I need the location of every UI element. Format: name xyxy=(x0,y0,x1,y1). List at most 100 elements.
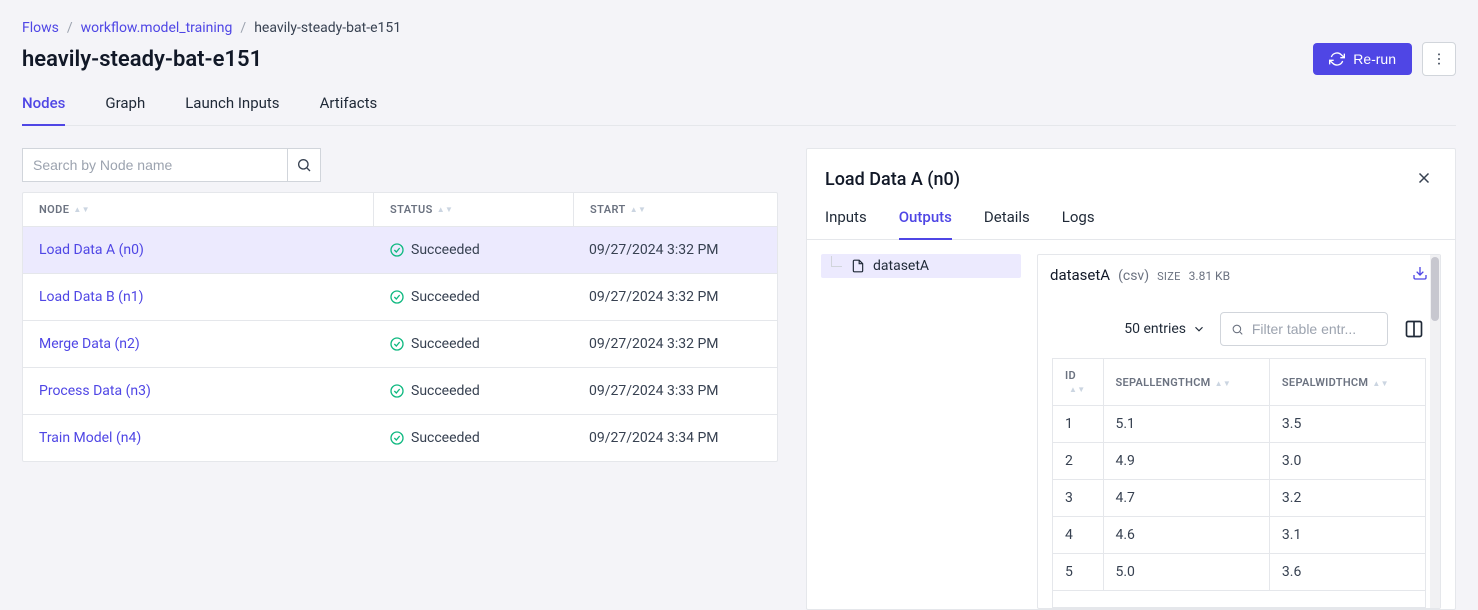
rerun-label: Re-run xyxy=(1353,51,1396,67)
output-size: 3.81 KB xyxy=(1189,269,1230,283)
data-col-id[interactable]: ID ▲▼ xyxy=(1053,359,1103,406)
col-label: STATUS xyxy=(390,203,433,216)
table-row[interactable]: Process Data (n3)Succeeded09/27/2024 3:3… xyxy=(23,367,777,414)
table-row[interactable]: 15.13.5 xyxy=(1053,406,1425,443)
output-name: datasetA xyxy=(1050,266,1110,284)
node-name-cell: Load Data B (n1) xyxy=(23,274,373,320)
breadcrumb-workflow[interactable]: workflow.model_training xyxy=(81,20,233,36)
check-circle-icon xyxy=(389,242,405,258)
file-icon xyxy=(851,259,865,273)
output-type: (csv) xyxy=(1118,268,1149,284)
cell-sepallength: 4.7 xyxy=(1103,480,1269,517)
cell-sepalwidth: 3.0 xyxy=(1269,443,1425,480)
node-status-cell: Succeeded xyxy=(373,274,573,320)
sort-icon: ▲▼ xyxy=(1215,381,1231,386)
node-status-cell: Succeeded xyxy=(373,415,573,461)
col-label: NODE xyxy=(39,203,69,216)
table-row[interactable]: Merge Data (n2)Succeeded09/27/2024 3:32 … xyxy=(23,320,777,367)
table-row[interactable]: Load Data A (n0)Succeeded09/27/2024 3:32… xyxy=(23,226,777,273)
table-row[interactable]: Load Data B (n1)Succeeded09/27/2024 3:32… xyxy=(23,273,777,320)
sort-icon: ▲▼ xyxy=(1069,387,1085,392)
panel-tab-outputs[interactable]: Outputs xyxy=(899,208,952,240)
download-button[interactable] xyxy=(1412,265,1428,284)
nodes-col-status[interactable]: STATUS ▲▼ xyxy=(373,193,573,226)
tab-artifacts[interactable]: Artifacts xyxy=(320,94,378,126)
cell-id: 1 xyxy=(1053,406,1103,443)
scrollbar-thumb[interactable] xyxy=(1431,257,1439,321)
cell-sepalwidth: 3.6 xyxy=(1269,554,1425,591)
cell-sepalwidth: 3.1 xyxy=(1269,517,1425,554)
output-tree: datasetA xyxy=(821,254,1021,609)
search-button[interactable] xyxy=(287,148,321,182)
layout-toggle-button[interactable] xyxy=(1402,317,1426,341)
entries-label: 50 entries xyxy=(1124,321,1186,337)
data-col-sepallength[interactable]: SEPALLENGTHCM ▲▼ xyxy=(1103,359,1269,406)
main-tabs: Nodes Graph Launch Inputs Artifacts xyxy=(22,94,1456,126)
node-start-cell: 09/27/2024 3:33 PM xyxy=(573,368,777,414)
table-row[interactable]: 55.03.6 xyxy=(1053,554,1425,591)
filter-wrap xyxy=(1220,312,1388,346)
panel-tab-inputs[interactable]: Inputs xyxy=(825,208,867,240)
panel-tab-details[interactable]: Details xyxy=(984,208,1030,240)
check-circle-icon xyxy=(389,383,405,399)
cell-sepallength: 4.6 xyxy=(1103,517,1269,554)
dots-vertical-icon xyxy=(1431,51,1447,67)
panel-tab-logs[interactable]: Logs xyxy=(1062,208,1095,240)
close-icon xyxy=(1415,169,1433,187)
panel-tabs: Inputs Outputs Details Logs xyxy=(807,208,1455,240)
nodes-col-node[interactable]: NODE ▲▼ xyxy=(23,193,373,226)
output-size-label: SIZE xyxy=(1157,270,1181,283)
more-actions-button[interactable] xyxy=(1422,42,1456,76)
tree-item-label: datasetA xyxy=(873,258,929,274)
data-table: ID▲▼ SEPALLENGTHCM▲▼ SEPALWIDTHCM▲▼ 15.1… xyxy=(1053,359,1425,591)
scrollbar[interactable] xyxy=(1430,255,1440,608)
check-circle-icon xyxy=(389,289,405,305)
node-start-cell: 09/27/2024 3:32 PM xyxy=(573,227,777,273)
breadcrumb-sep: / xyxy=(240,20,246,36)
sort-icon: ▲▼ xyxy=(1372,381,1388,386)
col-label: ID xyxy=(1065,369,1076,382)
col-label: SEPALWIDTHCM xyxy=(1282,376,1368,389)
node-name-cell: Load Data A (n0) xyxy=(23,227,373,273)
download-icon xyxy=(1412,265,1428,281)
cell-sepallength: 4.9 xyxy=(1103,443,1269,480)
cell-id: 5 xyxy=(1053,554,1103,591)
refresh-icon xyxy=(1329,51,1345,67)
output-detail: datasetA (csv) SIZE 3.81 KB 50 en xyxy=(1037,254,1441,609)
node-name-cell: Merge Data (n2) xyxy=(23,321,373,367)
cell-id: 2 xyxy=(1053,443,1103,480)
cell-id: 4 xyxy=(1053,517,1103,554)
table-row[interactable]: 44.63.1 xyxy=(1053,517,1425,554)
tab-launch-inputs[interactable]: Launch Inputs xyxy=(185,94,279,126)
cell-sepallength: 5.0 xyxy=(1103,554,1269,591)
sort-icon: ▲▼ xyxy=(73,207,90,212)
search-input[interactable] xyxy=(22,148,287,182)
sort-icon: ▲▼ xyxy=(437,207,454,212)
tab-graph[interactable]: Graph xyxy=(105,94,145,126)
nodes-col-start[interactable]: START ▲▼ xyxy=(573,193,777,226)
node-start-cell: 09/27/2024 3:32 PM xyxy=(573,321,777,367)
table-row[interactable]: 24.93.0 xyxy=(1053,443,1425,480)
node-status-cell: Succeeded xyxy=(373,368,573,414)
node-detail-panel: Load Data A (n0) Inputs Outputs Details … xyxy=(806,148,1456,610)
filter-input[interactable] xyxy=(1252,321,1377,337)
table-row[interactable]: Train Model (n4)Succeeded09/27/2024 3:34… xyxy=(23,414,777,461)
cell-sepalwidth: 3.5 xyxy=(1269,406,1425,443)
tree-item-dataset[interactable]: datasetA xyxy=(821,254,1021,278)
page-title: heavily-steady-bat-e151 xyxy=(22,47,262,72)
panel-title: Load Data A (n0) xyxy=(825,169,960,190)
breadcrumb-flows[interactable]: Flows xyxy=(22,20,59,36)
col-label: SEPALLENGTHCM xyxy=(1116,376,1211,389)
node-start-cell: 09/27/2024 3:34 PM xyxy=(573,415,777,461)
col-label: START xyxy=(590,203,626,216)
check-circle-icon xyxy=(389,430,405,446)
sort-icon: ▲▼ xyxy=(630,207,647,212)
entries-dropdown[interactable]: 50 entries xyxy=(1124,321,1206,337)
cell-sepalwidth: 3.2 xyxy=(1269,480,1425,517)
rerun-button[interactable]: Re-run xyxy=(1313,43,1412,75)
table-row[interactable]: 34.73.2 xyxy=(1053,480,1425,517)
node-name-cell: Train Model (n4) xyxy=(23,415,373,461)
tab-nodes[interactable]: Nodes xyxy=(22,94,65,126)
close-panel-button[interactable] xyxy=(1411,165,1437,194)
data-col-sepalwidth[interactable]: SEPALWIDTHCM ▲▼ xyxy=(1269,359,1425,406)
